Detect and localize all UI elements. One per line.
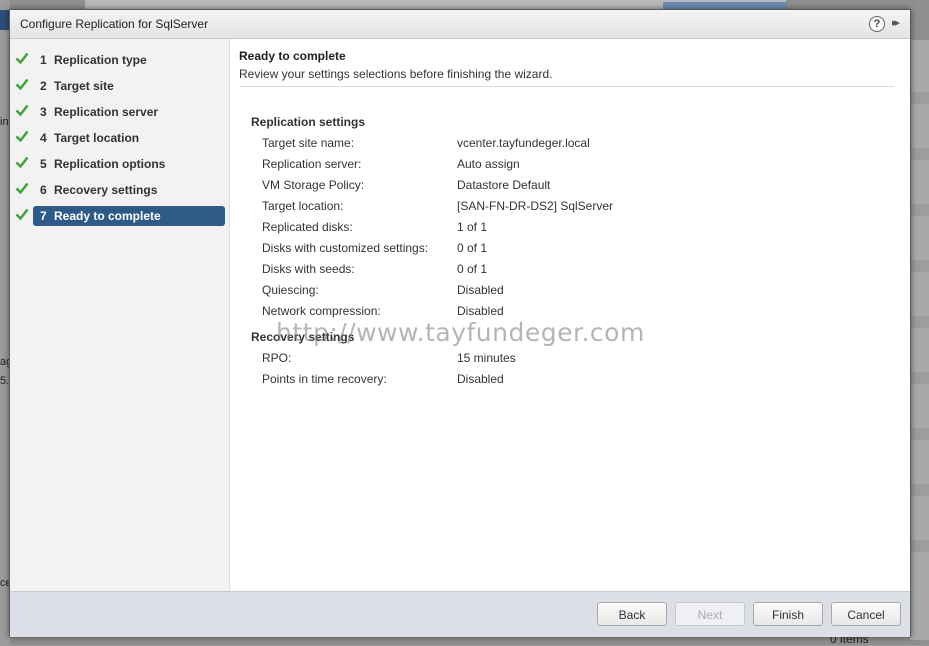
configure-replication-dialog: Configure Replication for SqlServer ? ▸▸…	[9, 9, 911, 637]
setting-value: [SAN-FN-DR-DS2] SqlServer	[457, 199, 614, 213]
step-label: Ready to complete	[54, 209, 161, 223]
step-number: 7	[40, 209, 47, 223]
setting-value: Auto assign	[457, 157, 520, 171]
setting-label: Target site name:	[262, 136, 355, 150]
step-label: Target site	[54, 79, 114, 93]
collapse-icon[interactable]: ▸▸	[892, 16, 900, 29]
setting-value: Disabled	[457, 304, 504, 318]
wizard-step[interactable]: 2 Target site	[10, 76, 229, 96]
page-title: Ready to complete	[239, 49, 346, 63]
dialog-title: Configure Replication for SqlServer	[20, 17, 209, 31]
step-pill: 3 Replication server	[33, 102, 225, 122]
step-label: Target location	[54, 131, 140, 145]
wizard-steps-sidebar: 1 Replication type 2 Target site 3 Repli…	[10, 39, 230, 591]
background-row	[910, 484, 929, 496]
back-button[interactable]: Back	[597, 602, 667, 626]
wizard-step-active[interactable]: 7 Ready to complete	[10, 206, 229, 226]
step-number: 1	[40, 53, 47, 67]
background-row	[910, 540, 929, 552]
check-icon	[15, 104, 29, 117]
step-pill-active: 7 Ready to complete	[33, 206, 225, 226]
setting-label: Replicated disks:	[262, 220, 353, 234]
setting-label: RPO:	[262, 351, 292, 365]
setting-label: Replication server:	[262, 157, 362, 171]
check-icon	[15, 156, 29, 169]
background-row	[910, 428, 929, 440]
wizard-step[interactable]: 3 Replication server	[10, 102, 229, 122]
setting-value: vcenter.tayfundeger.local	[457, 136, 590, 150]
setting-label: VM Storage Policy:	[262, 178, 365, 192]
setting-label: Disks with seeds:	[262, 262, 355, 276]
check-icon	[15, 208, 29, 221]
background-text-fragment: in	[0, 116, 9, 128]
step-pill: 5 Replication options	[33, 154, 225, 174]
step-number: 6	[40, 183, 47, 197]
setting-value: Datastore Default	[457, 178, 551, 192]
setting-label: Target location:	[262, 199, 344, 213]
setting-value: 0 of 1	[457, 262, 488, 276]
step-number: 5	[40, 157, 47, 171]
finish-button[interactable]: Finish	[753, 602, 823, 626]
step-number: 4	[40, 131, 47, 145]
background-row	[910, 92, 929, 104]
wizard-step[interactable]: 5 Replication options	[10, 154, 229, 174]
page-subtitle: Review your settings selections before f…	[239, 67, 553, 81]
next-button[interactable]: Next	[675, 602, 745, 626]
watermark-text: http://www.tayfundeger.com	[276, 318, 645, 347]
step-pill: 2 Target site	[33, 76, 225, 96]
step-label: Replication server	[54, 105, 159, 119]
check-icon	[15, 182, 29, 195]
background-row	[910, 260, 929, 272]
cancel-button[interactable]: Cancel	[831, 602, 901, 626]
setting-value: 15 minutes	[457, 351, 516, 365]
help-icon[interactable]: ?	[869, 16, 885, 32]
replication-settings-heading: Replication settings	[251, 115, 366, 129]
wizard-step[interactable]: 6 Recovery settings	[10, 180, 229, 200]
dialog-titlebar: Configure Replication for SqlServer ? ▸▸	[10, 10, 910, 39]
step-pill: 1 Replication type	[33, 50, 225, 70]
check-icon	[15, 78, 29, 91]
step-label: Recovery settings	[54, 183, 158, 197]
check-icon	[15, 52, 29, 65]
background-row	[910, 316, 929, 328]
setting-label: Points in time recovery:	[262, 372, 387, 386]
step-pill: 4 Target location	[33, 128, 225, 148]
background-row	[910, 148, 929, 160]
wizard-step[interactable]: 1 Replication type	[10, 50, 229, 70]
step-pill: 6 Recovery settings	[33, 180, 225, 200]
step-label: Replication options	[54, 157, 166, 171]
dialog-footer: Back Next Finish Cancel	[10, 591, 910, 637]
setting-value: 1 of 1	[457, 220, 488, 234]
header-divider	[239, 86, 894, 87]
wizard-content: Ready to complete Review your settings s…	[230, 39, 910, 591]
setting-value: 0 of 1	[457, 241, 488, 255]
setting-label: Disks with customized settings:	[262, 241, 429, 255]
wizard-step[interactable]: 4 Target location	[10, 128, 229, 148]
step-label: Replication type	[54, 53, 147, 67]
step-number: 3	[40, 105, 47, 119]
setting-label: Quiescing:	[262, 283, 319, 297]
background-row	[910, 204, 929, 216]
setting-value: Disabled	[457, 372, 504, 386]
setting-label: Network compression:	[262, 304, 381, 318]
background-row	[910, 372, 929, 384]
check-icon	[15, 130, 29, 143]
step-number: 2	[40, 79, 47, 93]
setting-value: Disabled	[457, 283, 504, 297]
